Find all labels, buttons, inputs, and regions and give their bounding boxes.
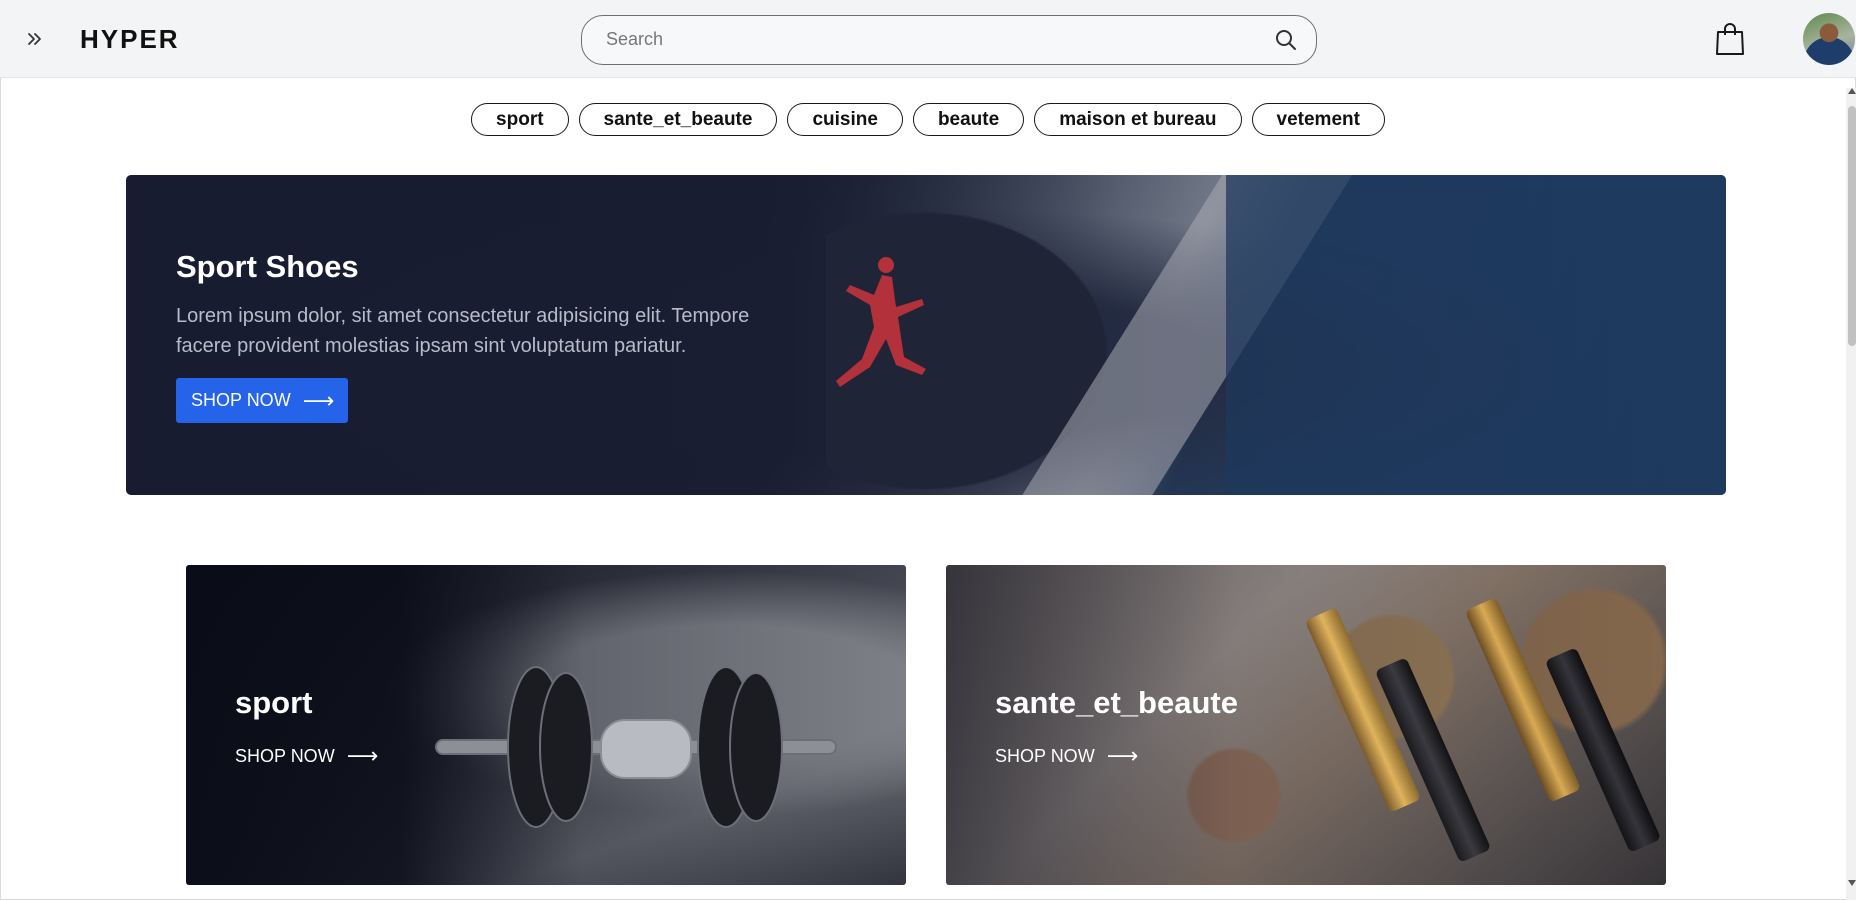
scrollbar-thumb[interactable] [1848, 106, 1856, 346]
chip-sante-et-beaute[interactable]: sante_et_beaute [578, 103, 778, 136]
hero-banner: Sport Shoes Lorem ipsum dolor, sit amet … [126, 175, 1726, 495]
search-bar [581, 15, 1317, 65]
search-input[interactable] [606, 16, 1246, 63]
category-chips: sport sante_et_beaute cuisine beaute mai… [0, 103, 1856, 136]
chip-maison-et-bureau[interactable]: maison et bureau [1034, 103, 1242, 136]
search-icon[interactable] [1274, 28, 1298, 52]
hero-blue-panel [1226, 175, 1726, 495]
chip-beaute[interactable]: beaute [912, 103, 1025, 136]
hero-shop-now-button[interactable]: SHOP NOW ⟶ [176, 378, 348, 423]
card-title-sport: sport [235, 685, 313, 720]
shopping-bag-icon[interactable] [1715, 22, 1745, 56]
dumbbell-image [435, 666, 837, 828]
chip-vetement[interactable]: vetement [1251, 103, 1385, 136]
hero-description: Lorem ipsum dolor, sit amet consectetur … [176, 305, 750, 357]
arrow-right-icon: ⟶ [302, 387, 335, 413]
card-shop-now-label: SHOP NOW [995, 745, 1095, 766]
chip-cuisine[interactable]: cuisine [787, 103, 903, 136]
scroll-down-arrow-icon[interactable] [1848, 880, 1856, 886]
card-shop-now-link-sante-et-beaute[interactable]: SHOP NOW ⟶ [995, 743, 1138, 769]
arrow-right-icon: ⟶ [346, 743, 379, 768]
top-navbar: HYPER [0, 0, 1856, 78]
category-card-sport[interactable]: sport SHOP NOW ⟶ [186, 565, 906, 885]
hero-title: Sport Shoes [176, 249, 359, 284]
brand-logo[interactable]: HYPER [80, 24, 180, 55]
card-title-sante-et-beaute: sante_et_beaute [995, 685, 1238, 720]
scroll-up-arrow-icon[interactable] [1848, 88, 1856, 94]
sidebar-toggle-icon[interactable] [22, 26, 48, 52]
arrow-right-icon: ⟶ [1106, 743, 1139, 768]
card-shop-now-link-sport[interactable]: SHOP NOW ⟶ [235, 743, 378, 769]
card-shop-now-label: SHOP NOW [235, 745, 335, 766]
chip-sport[interactable]: sport [471, 103, 569, 136]
hero-shop-now-label: SHOP NOW [191, 390, 291, 410]
category-card-sante-et-beaute[interactable]: sante_et_beaute SHOP NOW ⟶ [946, 565, 1666, 885]
jumpman-logo-icon [836, 257, 926, 387]
user-avatar[interactable] [1803, 13, 1855, 65]
